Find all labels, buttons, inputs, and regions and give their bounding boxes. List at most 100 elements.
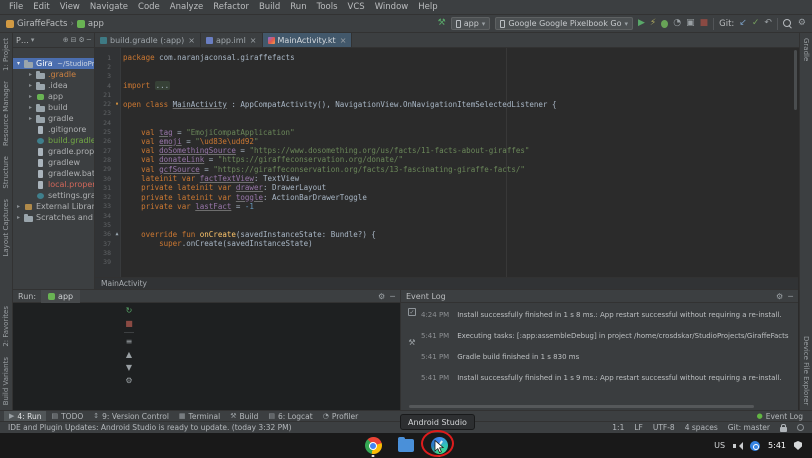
bookmark-gutter-icon[interactable]: ▪ [113, 102, 121, 107]
menu-item-window[interactable]: Window [370, 2, 414, 12]
tool-stripe-structure[interactable]: Structure [2, 156, 10, 189]
menu-item-build[interactable]: Build [254, 2, 285, 12]
code-line[interactable]: 27 val doSomethingSource = "https://www.… [95, 146, 798, 155]
toolwindow-button-build[interactable]: ⚒Build [225, 411, 263, 421]
tree-item-build[interactable]: ▸build [13, 102, 94, 113]
code-line[interactable]: 4import ... [95, 81, 798, 90]
close-icon[interactable]: × [340, 36, 347, 45]
code-line[interactable]: 34 [95, 211, 798, 220]
clock[interactable]: 5:41 [768, 441, 786, 450]
status-lf[interactable]: LF [634, 423, 643, 432]
shield-icon[interactable] [794, 441, 802, 450]
expand-all-icon[interactable]: ⊕ [63, 36, 69, 44]
tree-item-external-libraries[interactable]: ▸External Libraries [13, 201, 94, 212]
tree-item-gradle-properties[interactable]: gradle.properties [13, 146, 94, 157]
breadcrumb-giraffefacts[interactable]: GiraffeFacts [6, 19, 68, 29]
tree-item-scratches-and-consoles[interactable]: ▸Scratches and Consoles [13, 212, 94, 223]
hide-icon[interactable]: ─ [788, 292, 793, 301]
code-line[interactable]: 3 [95, 72, 798, 81]
editor-breadcrumb[interactable]: MainActivity [95, 277, 798, 289]
settings-gear-icon[interactable]: ⚙ [798, 19, 806, 28]
tool-stripe-2-favorites[interactable]: 2: Favorites [2, 306, 10, 347]
apply-changes-button[interactable]: ⚡ [650, 19, 656, 28]
tool-stripe-gradle[interactable]: Gradle [802, 38, 810, 61]
project-toolwindow-header[interactable]: P… ▾ ⊕ ⊟ ⚙ ─ [13, 33, 95, 47]
build-hammer-icon[interactable]: ⚒ [438, 19, 446, 28]
volume-icon[interactable] [733, 442, 742, 450]
tool-stripe-resource-manager[interactable]: Resource Manager [2, 81, 10, 146]
lock-icon[interactable] [780, 427, 787, 432]
git-commit-button[interactable]: ✓ [752, 19, 760, 28]
device-select[interactable]: Google Google Pixelbook Go ▾ [495, 17, 633, 30]
attach-debugger-button[interactable]: ▣ [686, 19, 695, 28]
code-line[interactable]: 26 val emoji = "\ud83e\udd92" [95, 137, 798, 146]
status-git-master[interactable]: Git: master [728, 423, 770, 432]
toolwindow-button-terminal[interactable]: ▦Terminal [174, 411, 225, 421]
toolwindow-button-profiler[interactable]: ◔Profiler [318, 411, 364, 421]
code-line[interactable]: 30 lateinit var factTextView: TextView [95, 174, 798, 183]
status-utf-8[interactable]: UTF-8 [653, 423, 675, 432]
code-line[interactable]: 33 private var lastFact = -1 [95, 202, 798, 211]
console-settings-icon[interactable]: ⚙ [125, 376, 132, 385]
tab-mainactivity-kt[interactable]: MainActivity.kt× [263, 33, 353, 47]
close-icon[interactable]: × [250, 36, 257, 45]
profile-button[interactable]: ◔ [673, 19, 681, 28]
collapse-all-icon[interactable]: ⊟ [71, 36, 77, 44]
status-message[interactable]: IDE and Plugin Updates: Android Studio i… [8, 423, 292, 432]
code-line[interactable]: 39 [95, 258, 798, 267]
code-line[interactable]: 32 private lateinit var toggle: ActionBa… [95, 192, 798, 201]
rerun-icon[interactable]: ↻ [126, 306, 133, 315]
scroll-up-icon[interactable]: ▲ [126, 350, 132, 359]
event-log-content[interactable]: 4:24 PMInstall successfully finished in … [401, 303, 798, 410]
toolwindow-button-event-log[interactable]: ●Event Log [752, 412, 808, 421]
tab-build-gradle-app[interactable]: build.gradle (:app)× [95, 33, 201, 47]
tree-item-gradlew[interactable]: gradlew [13, 157, 94, 168]
menu-item-help[interactable]: Help [413, 2, 442, 12]
code-line[interactable]: 24 [95, 118, 798, 127]
scroll-down-icon[interactable]: ▼ [126, 363, 132, 372]
tree-item-gradle[interactable]: ▸gradle [13, 113, 94, 124]
stop-button[interactable]: ■ [700, 19, 709, 28]
tool-stripe-device-file-explorer[interactable]: Device File Explorer [802, 336, 810, 405]
search-icon[interactable] [783, 19, 793, 29]
git-rollback-button[interactable]: ↶ [764, 19, 772, 28]
stop-icon[interactable]: ■ [125, 319, 133, 328]
event-log-entry[interactable]: 5:41 PMInstall successfully finished in … [421, 374, 794, 382]
breadcrumb-app[interactable]: app [77, 19, 104, 29]
code-line[interactable]: 38 [95, 248, 798, 257]
tree-item-gradle[interactable]: ▸.gradle [13, 69, 94, 80]
status-4-spaces[interactable]: 4 spaces [685, 423, 718, 432]
breadcrumb-class-name[interactable]: MainActivity [101, 279, 147, 288]
editor-scrollbar[interactable] [794, 50, 797, 110]
tool-stripe-1-project[interactable]: 1: Project [2, 38, 10, 71]
tree-item-settings-gradle[interactable]: settings.gradle [13, 190, 94, 201]
menu-item-tools[interactable]: Tools [312, 2, 343, 12]
menu-item-edit[interactable]: Edit [28, 2, 54, 12]
code-editor[interactable]: 1package com.naranjaconsal.giraffefacts2… [95, 48, 798, 289]
tool-stripe-build-variants[interactable]: Build Variants [2, 357, 10, 405]
run-configuration-select[interactable]: app ▾ [451, 17, 491, 30]
toolwindow-button-4-run[interactable]: ▶4: Run [4, 411, 46, 421]
debug-button[interactable] [661, 20, 668, 28]
code-line[interactable]: 28 val donateLink = "https://giraffecons… [95, 155, 798, 164]
tree-item-gitignore[interactable]: .gitignore [13, 124, 94, 135]
code-line[interactable]: 36▲ override fun onCreate(savedInstanceS… [95, 230, 798, 239]
code-line[interactable]: 21 [95, 90, 798, 99]
hide-icon[interactable]: ─ [87, 36, 91, 44]
code-line[interactable]: 2 [95, 62, 798, 71]
settings-gear-icon[interactable]: ⚙ [776, 292, 783, 301]
code-line[interactable]: 1package com.naranjaconsal.giraffefacts [95, 53, 798, 62]
event-log-entry[interactable]: 5:41 PMExecuting tasks: [:app:assembleDe… [421, 332, 794, 340]
menu-item-run[interactable]: Run [285, 2, 311, 12]
run-button[interactable]: ▶ [638, 19, 645, 28]
menu-item-file[interactable]: File [4, 2, 28, 12]
settings-gear-icon[interactable]: ⚙ [378, 292, 385, 301]
settings-gear-icon[interactable]: ⚙ [79, 36, 85, 44]
code-line[interactable]: 29 val gcfSource = "https://giraffeconse… [95, 165, 798, 174]
toolwindow-button-9-version-control[interactable]: ↕9: Version Control [88, 411, 174, 421]
taskbar-chrome[interactable] [364, 434, 383, 457]
tree-item-build-gradle[interactable]: build.gradle [13, 135, 94, 146]
menu-item-view[interactable]: View [55, 2, 85, 12]
code-line[interactable]: 35 [95, 220, 798, 229]
memory-indicator-icon[interactable] [797, 424, 804, 431]
